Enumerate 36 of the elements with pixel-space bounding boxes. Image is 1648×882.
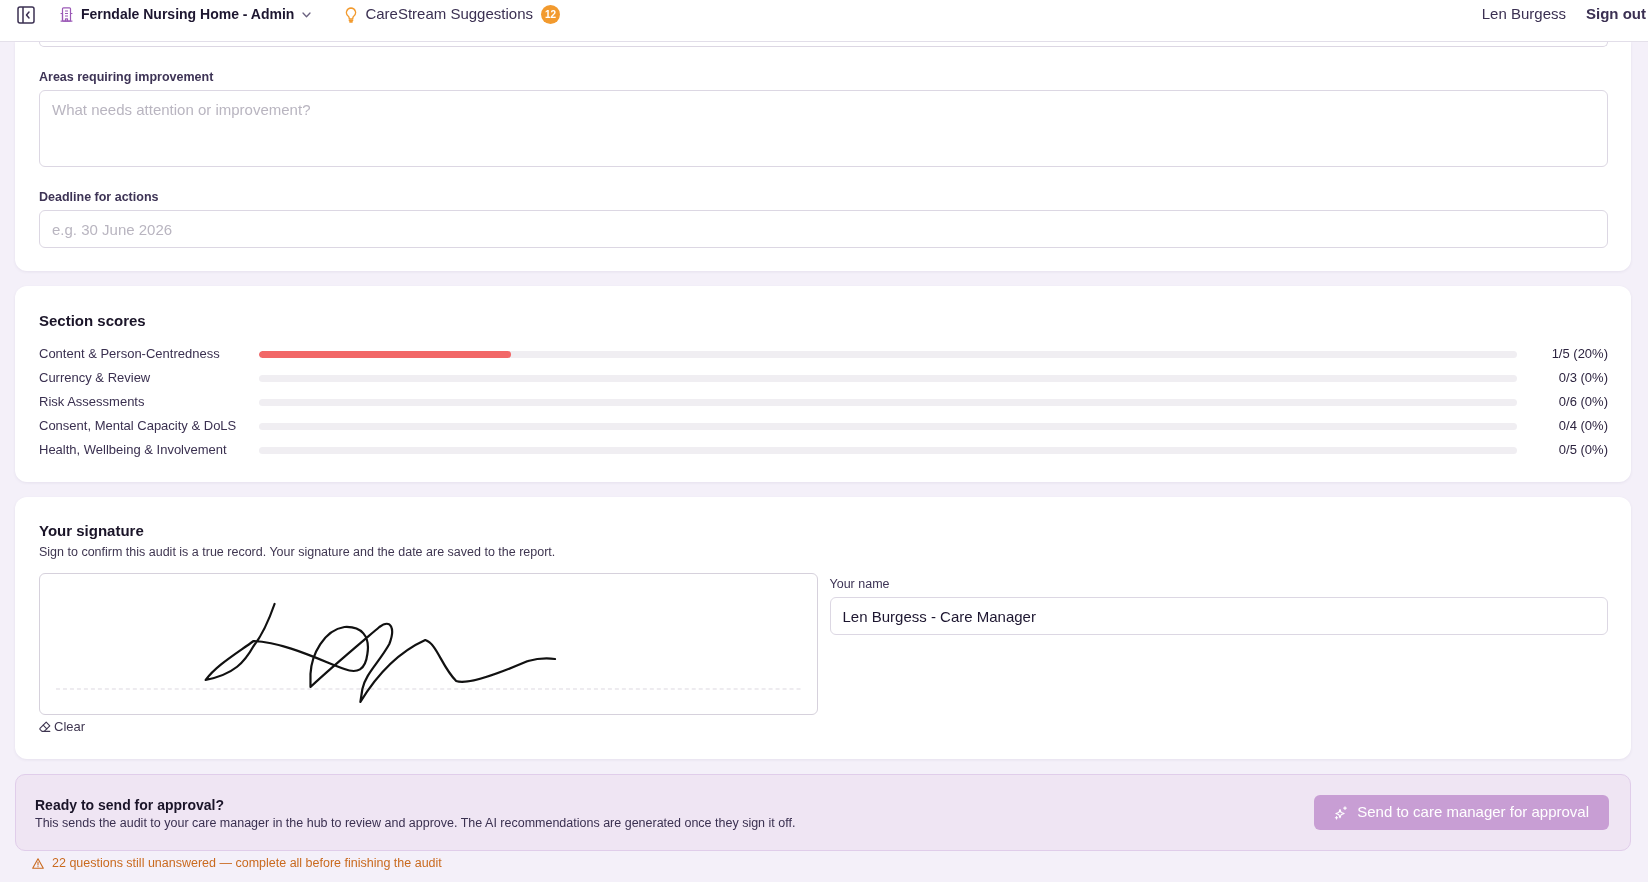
section-title: Section scores <box>39 311 147 331</box>
section-label: Currency & Review <box>39 369 152 388</box>
approval-description: This sends the audit to your care manager in the hub to review and approve. The AI recommendations are generated once they sign it off. <box>35 814 796 831</box>
field-label: Deadline for actions <box>39 189 160 205</box>
section-label: Content & Person-Centredness <box>39 345 221 364</box>
user-name: Len Burgess <box>1481 4 1566 25</box>
sidebar-panel-icon <box>17 5 35 24</box>
name-input[interactable]: Len Burgess - Care Manager <box>829 597 1608 635</box>
warning-icon <box>32 857 44 869</box>
textarea-field[interactable]: What needs attention or improvement? <box>39 90 1608 167</box>
approval-title: Ready to send for approval? <box>35 795 226 815</box>
section-title: Your signature <box>39 521 145 541</box>
section-label: Consent, Mental Capacity & DoLS <box>39 417 238 436</box>
section-description: Sign to confirm this audit is a true record. Your signature and the date are saved to the report. <box>39 544 557 560</box>
clear-button[interactable]: Clear <box>39 719 86 736</box>
score-reading: 0/5 (0%) <box>1557 441 1608 460</box>
input-field[interactable]: e.g. 30 June 2026 <box>39 210 1608 248</box>
count-badge: 12 <box>541 5 560 24</box>
lightbulb-icon <box>345 6 358 23</box>
building-icon <box>60 7 73 22</box>
score-reading: 0/3 (0%) <box>1557 369 1608 388</box>
sparkle-icon <box>1334 805 1349 820</box>
suggestions-link[interactable]: CareStream Suggestions 12 <box>345 3 560 26</box>
score-reading: 0/4 (0%) <box>1557 417 1608 436</box>
warning-message: 22 questions still unanswered — complete all before finishing the audit <box>52 855 442 872</box>
caret-icon <box>302 11 312 18</box>
score-reading: 0/6 (0%) <box>1557 393 1608 412</box>
sign-out-link[interactable]: Sign out <box>1586 3 1646 26</box>
section-label: Risk Assessments <box>39 393 146 412</box>
field-label: Your name <box>829 576 891 592</box>
eraser-icon <box>39 721 51 734</box>
score-reading: 1/5 (20%) <box>1550 345 1608 364</box>
site-dropdown[interactable]: Ferndale Nursing Home - Admin <box>60 4 312 25</box>
sidebar-toggle-button[interactable] <box>17 5 35 24</box>
field-label: Areas requiring improvement <box>39 69 215 85</box>
section-label: Health, Wellbeing & Involvement <box>39 441 228 460</box>
